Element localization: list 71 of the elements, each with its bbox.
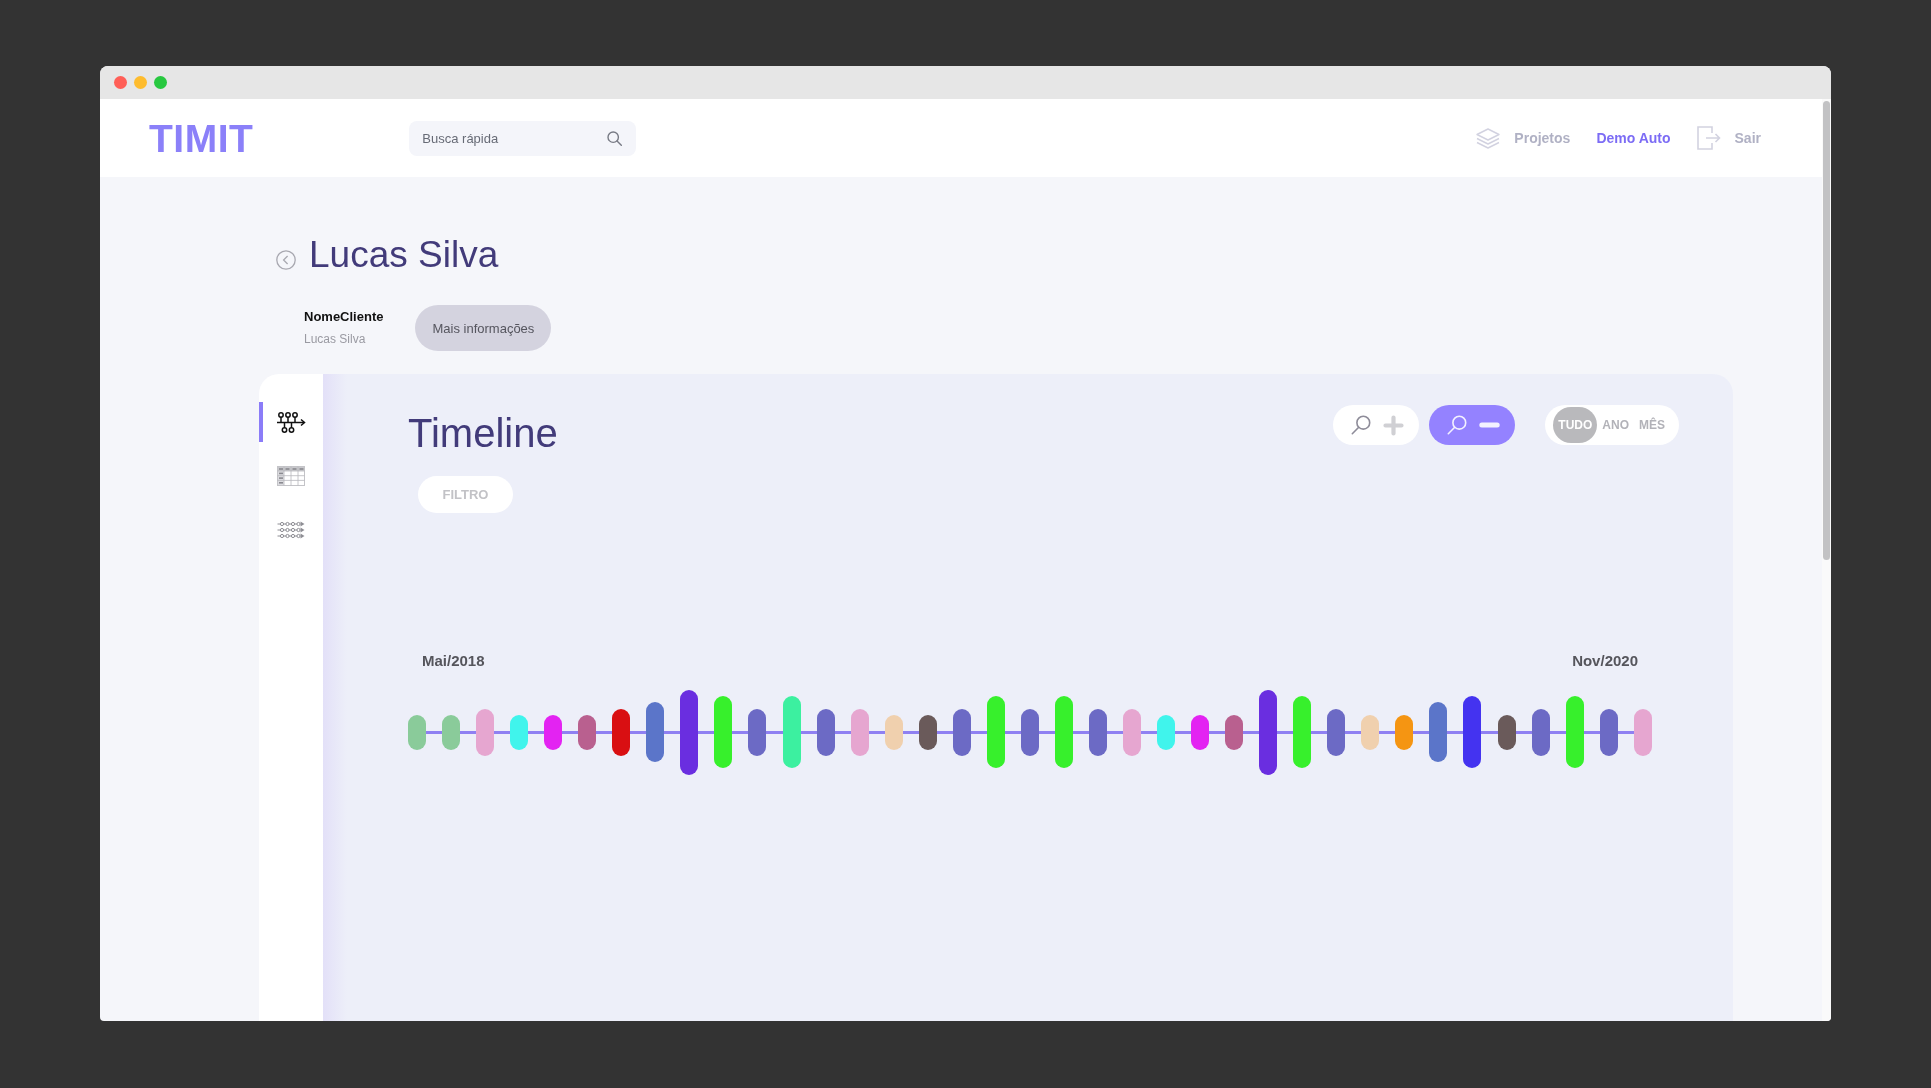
nav-link[interactable]: Sair [1696, 126, 1761, 150]
magnifier-icon [1351, 415, 1372, 435]
filter-button[interactable]: FILTRO [418, 476, 513, 513]
event-marker-icon[interactable] [612, 708, 631, 756]
event-marker-icon[interactable] [1191, 714, 1210, 750]
back-icon[interactable] [276, 250, 296, 270]
field-label: NomeCliente [304, 309, 384, 325]
exit-icon [1696, 126, 1721, 150]
event-marker-icon[interactable] [884, 714, 903, 750]
event-marker-icon[interactable] [476, 708, 495, 756]
event-marker-icon[interactable] [646, 702, 665, 762]
timeline-start-label: Mai/2018 [422, 652, 485, 670]
timeline-icon [276, 411, 306, 433]
field-value: Lucas Silva [304, 332, 367, 347]
event-marker-icon[interactable] [1123, 708, 1141, 756]
event-marker-icon[interactable] [1633, 708, 1652, 756]
event-marker-icon[interactable] [578, 714, 597, 750]
range-tab[interactable]: ANO [1597, 407, 1634, 443]
event-marker-icon[interactable] [816, 708, 835, 756]
range-tab[interactable]: MÊS [1634, 407, 1670, 443]
event-marker-icon[interactable] [952, 708, 971, 756]
logo[interactable]: TIMIT [149, 118, 254, 158]
event-marker-icon[interactable] [782, 696, 801, 768]
window-close-button[interactable] [114, 76, 127, 89]
zoom-out-button[interactable] [1429, 405, 1516, 445]
panel-title: Timeline [408, 410, 558, 457]
event-marker-icon[interactable] [1395, 714, 1414, 750]
timeline-end-label: Nov/2020 [1572, 652, 1638, 670]
zoom-in-button[interactable] [1333, 405, 1420, 445]
event-marker-icon[interactable] [1463, 696, 1482, 768]
event-marker-icon[interactable] [1225, 714, 1244, 750]
event-marker-icon[interactable] [1088, 708, 1107, 756]
window-zoom-button[interactable] [154, 76, 167, 89]
event-marker-icon[interactable] [1293, 696, 1312, 768]
plus-icon [1383, 414, 1405, 436]
search-field[interactable]: Busca rápida [409, 120, 637, 156]
scrollbar-thumb[interactable] [1823, 101, 1830, 560]
event-marker-icon[interactable] [986, 696, 1005, 768]
event-marker-icon[interactable] [850, 708, 869, 756]
event-marker-icon[interactable] [510, 714, 529, 750]
event-marker-icon[interactable] [1327, 708, 1346, 756]
more-info-button[interactable]: Mais informações [415, 305, 552, 351]
event-marker-icon[interactable] [680, 689, 699, 775]
event-marker-icon[interactable] [442, 714, 461, 750]
magnifier-icon [1447, 415, 1468, 435]
scrollbar-track[interactable] [1822, 99, 1831, 1021]
event-marker-icon[interactable] [1497, 714, 1516, 750]
range-tab[interactable]: TUDO [1553, 407, 1598, 443]
layers-icon [1476, 127, 1501, 149]
nav-link[interactable]: Projetos [1476, 127, 1571, 149]
flow-rows-icon [277, 521, 305, 539]
event-marker-icon[interactable] [1259, 689, 1278, 775]
event-marker-icon[interactable] [1361, 714, 1380, 750]
event-marker-icon[interactable] [408, 714, 426, 750]
window-minimize-button[interactable] [134, 76, 147, 89]
event-marker-icon[interactable] [544, 714, 563, 750]
event-marker-icon[interactable] [748, 708, 767, 756]
event-marker-icon[interactable] [1157, 714, 1176, 750]
event-marker-icon[interactable] [1020, 708, 1039, 756]
event-marker-icon[interactable] [1054, 696, 1073, 768]
search-icon[interactable] [607, 130, 623, 146]
event-marker-icon[interactable] [1599, 708, 1618, 756]
event-marker-icon[interactable] [1429, 702, 1448, 762]
nav-link[interactable]: Demo Auto [1596, 130, 1671, 146]
event-marker-icon[interactable] [918, 714, 937, 750]
table-icon [277, 466, 305, 486]
event-marker-icon[interactable] [1565, 696, 1584, 768]
minus-icon [1479, 422, 1501, 428]
event-marker-icon[interactable] [714, 696, 733, 768]
page-title: Lucas Silva [309, 233, 499, 277]
event-marker-icon[interactable] [1531, 708, 1550, 756]
